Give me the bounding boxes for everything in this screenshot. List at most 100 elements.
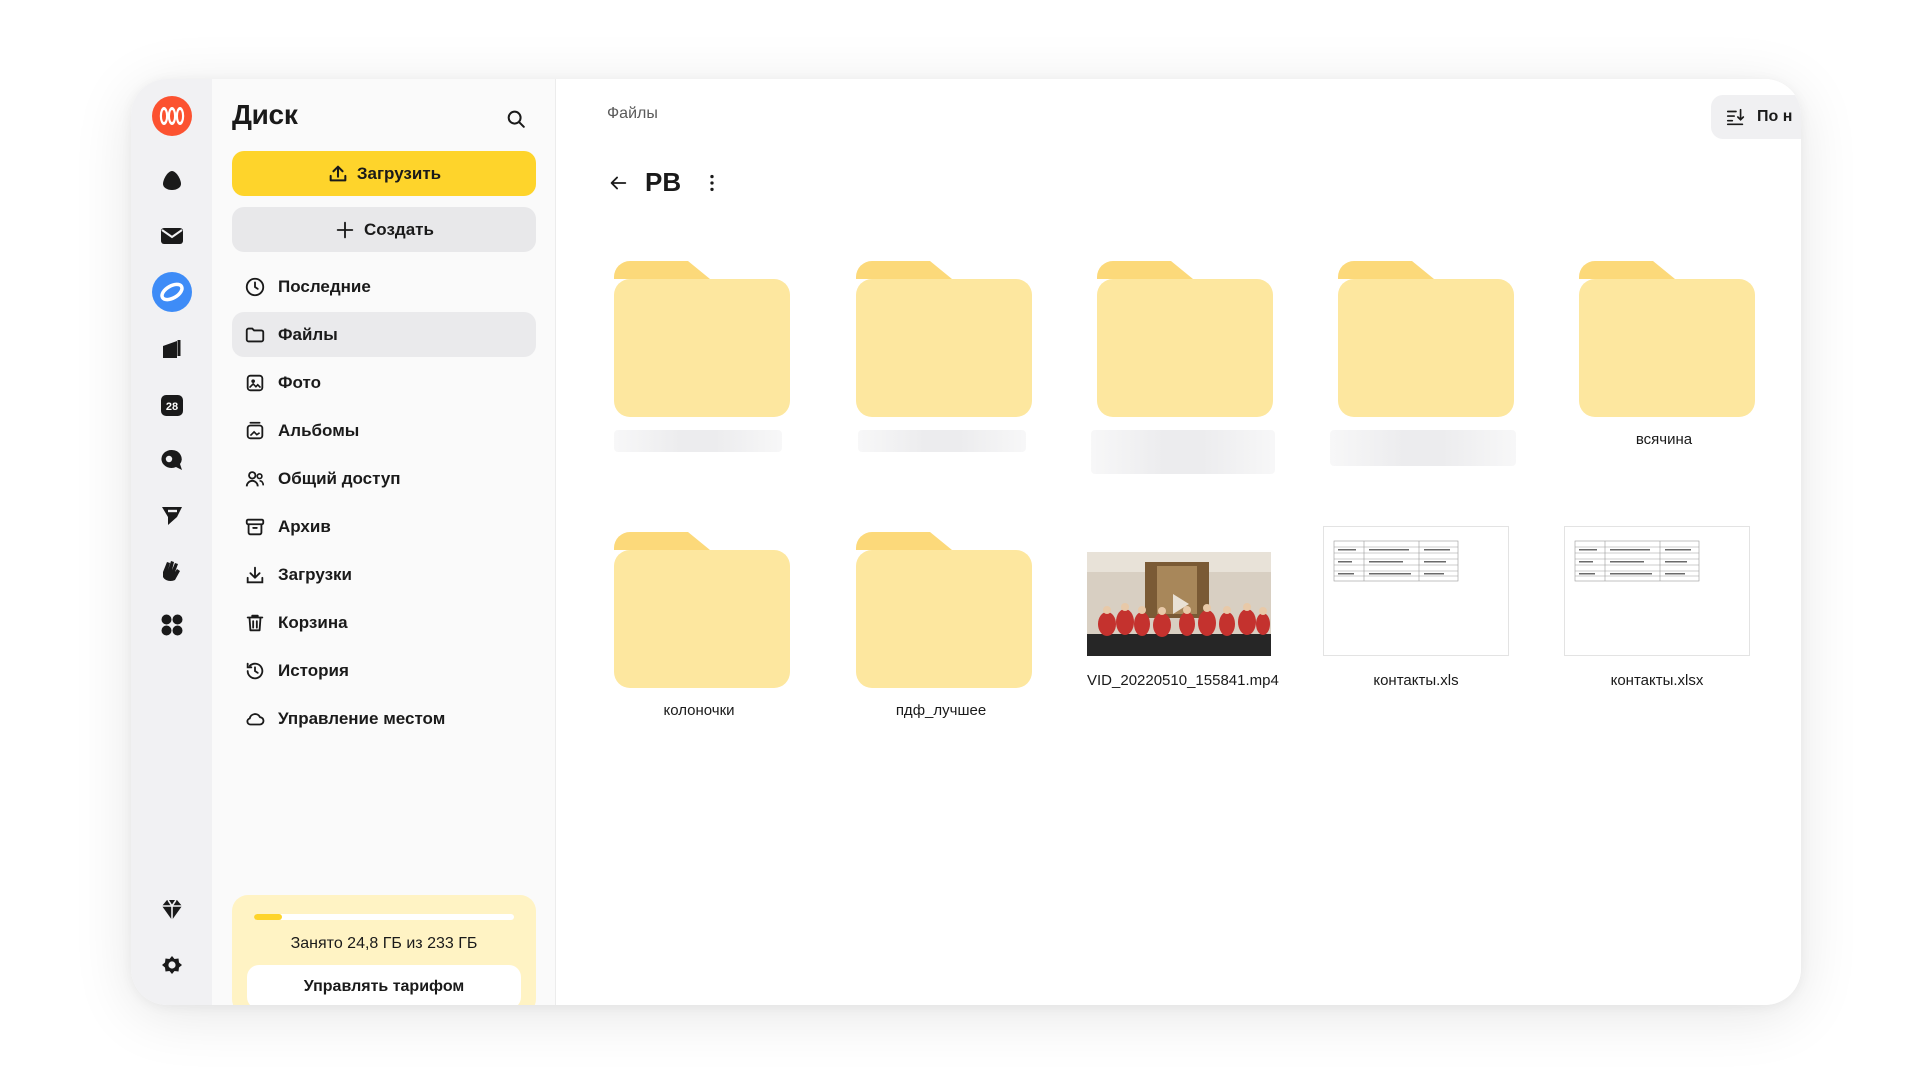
storage-usage-text: Занято 24,8 ГБ из 233 ГБ bbox=[290, 935, 478, 952]
disk-icon[interactable] bbox=[149, 269, 195, 315]
sidebar-item-label: Файлы bbox=[278, 324, 338, 344]
arrow-left-icon bbox=[610, 176, 627, 190]
folder-name-hidden bbox=[614, 430, 782, 452]
folder-icon bbox=[614, 532, 790, 688]
folder-tile[interactable]: колоночки bbox=[604, 526, 794, 726]
mail-icon[interactable] bbox=[149, 213, 195, 259]
sidebar-item-albums[interactable]: Альбомы bbox=[232, 408, 536, 453]
sidebar-item-trash[interactable]: Корзина bbox=[232, 600, 536, 645]
sidebar-item-recent[interactable]: Последние bbox=[232, 264, 536, 309]
folder-title: РВ bbox=[645, 167, 682, 197]
sidebar-item-label: Загрузки bbox=[278, 564, 352, 584]
folder-tile[interactable] bbox=[1087, 255, 1277, 474]
sidebar-item-archive[interactable]: Архив bbox=[232, 504, 536, 549]
messenger-icon[interactable] bbox=[149, 437, 195, 483]
folder-tile[interactable]: пдф_лучшее bbox=[846, 526, 1036, 726]
storage-progress-bar bbox=[254, 914, 514, 920]
create-button[interactable]: Создать bbox=[232, 207, 536, 252]
plus-icon bbox=[336, 221, 354, 238]
folder-icon bbox=[245, 327, 265, 342]
file-name: VID_20220510_155841.mp4 bbox=[1087, 672, 1279, 689]
trash-icon bbox=[246, 614, 264, 631]
download-icon bbox=[246, 566, 264, 583]
storage-progress-fill bbox=[254, 914, 282, 920]
folder-tile[interactable] bbox=[846, 255, 1036, 452]
folder-name-hidden bbox=[858, 430, 1026, 452]
notes-icon[interactable] bbox=[149, 547, 195, 593]
sidebar-item-history[interactable]: История bbox=[232, 648, 536, 693]
folder-icon bbox=[856, 261, 1032, 417]
sidebar-item-label: Фото bbox=[278, 372, 321, 392]
sidebar-item-label: Управление местом bbox=[278, 708, 446, 728]
file-name: всячина bbox=[1635, 431, 1693, 448]
history-icon bbox=[246, 662, 264, 679]
calendar-day: 28 bbox=[166, 401, 178, 413]
sidebar-nav: Последние Файлы Фото Альбомы Общий досту… bbox=[232, 264, 536, 744]
search-button[interactable] bbox=[498, 101, 534, 137]
folder-icon bbox=[1579, 261, 1755, 417]
video-thumbnail bbox=[1087, 552, 1271, 656]
clock-icon bbox=[245, 277, 265, 296]
app-logo-icon[interactable] bbox=[149, 93, 195, 139]
upload-label: Загрузить bbox=[356, 163, 442, 183]
album-icon bbox=[246, 421, 264, 439]
folder-icon bbox=[1097, 261, 1273, 417]
video-tile[interactable]: VID_20220510_155841.mp4 bbox=[1080, 526, 1279, 746]
services-rail: 28 bbox=[131, 79, 212, 1005]
file-name: контакты.xlsx bbox=[1610, 672, 1704, 689]
spreadsheet-tile[interactable]: контакты.xls bbox=[1321, 526, 1511, 726]
cloud-icon bbox=[246, 712, 265, 725]
folder-icon bbox=[614, 261, 790, 417]
sort-label: По н bbox=[1757, 108, 1793, 125]
sidebar-item-downloads[interactable]: Загрузки bbox=[232, 552, 536, 597]
telemost-icon[interactable] bbox=[149, 492, 195, 538]
archive-icon bbox=[245, 518, 265, 535]
premium-icon[interactable] bbox=[149, 887, 195, 933]
sidebar-item-files[interactable]: Файлы bbox=[232, 312, 536, 357]
sidebar: Диск Загрузить Создать Последние Файлы Ф… bbox=[212, 79, 556, 1005]
storage-panel: Занято 24,8 ГБ из 233 ГБ Управлять тариф… bbox=[232, 895, 536, 1005]
docs-icon[interactable] bbox=[149, 327, 195, 373]
sidebar-item-storage[interactable]: Управление местом bbox=[232, 696, 536, 741]
more-options-button[interactable] bbox=[696, 167, 728, 199]
file-name: контакты.xls bbox=[1373, 672, 1459, 689]
search-icon bbox=[507, 110, 525, 128]
folder-name-hidden bbox=[1330, 430, 1516, 466]
folder-tile[interactable] bbox=[604, 255, 794, 452]
sidebar-item-photo[interactable]: Фото bbox=[232, 360, 536, 405]
breadcrumb[interactable]: Файлы bbox=[607, 105, 658, 123]
sidebar-item-label: История bbox=[278, 660, 349, 680]
cloud-drop-icon[interactable] bbox=[149, 158, 195, 204]
sidebar-item-label: Альбомы bbox=[278, 420, 360, 440]
sidebar-item-label: Архив bbox=[278, 516, 331, 536]
services-icon[interactable] bbox=[149, 602, 195, 648]
manage-tariff-button[interactable]: Управлять тарифом bbox=[247, 965, 521, 1005]
back-button[interactable] bbox=[602, 167, 634, 199]
spreadsheet-tile[interactable]: контакты.xlsx bbox=[1562, 526, 1752, 726]
sort-icon bbox=[1726, 108, 1745, 126]
photo-icon bbox=[246, 374, 264, 391]
app-title: Диск bbox=[232, 99, 298, 130]
main-content: Файлы По н РВ всячина колоночки пдф_лучш… bbox=[556, 79, 1801, 1005]
sidebar-item-shared[interactable]: Общий доступ bbox=[232, 456, 536, 501]
folder-tile[interactable]: всячина bbox=[1569, 255, 1759, 455]
shared-icon bbox=[245, 470, 265, 486]
spreadsheet-thumbnail bbox=[1564, 526, 1750, 656]
folder-name-hidden bbox=[1091, 430, 1275, 474]
upload-button[interactable]: Загрузить bbox=[232, 151, 536, 196]
spreadsheet-thumbnail bbox=[1323, 526, 1509, 656]
sidebar-item-label: Корзина bbox=[278, 612, 348, 632]
more-vertical-icon bbox=[710, 174, 714, 192]
sidebar-item-label: Общий доступ bbox=[278, 468, 401, 488]
create-label: Создать bbox=[364, 219, 434, 239]
file-name: колоночки bbox=[663, 702, 735, 719]
sort-button[interactable]: По н bbox=[1711, 95, 1801, 139]
folder-icon bbox=[1338, 261, 1514, 417]
upload-icon bbox=[329, 165, 347, 181]
folder-tile[interactable] bbox=[1328, 255, 1518, 466]
calendar-icon[interactable]: 28 bbox=[149, 382, 195, 428]
settings-icon[interactable] bbox=[149, 942, 195, 988]
app-window: 28 Диск Загрузить Создать Последние Файл… bbox=[131, 79, 1801, 1005]
file-name: пдф_лучшее bbox=[895, 702, 987, 719]
folder-icon bbox=[856, 532, 1032, 688]
